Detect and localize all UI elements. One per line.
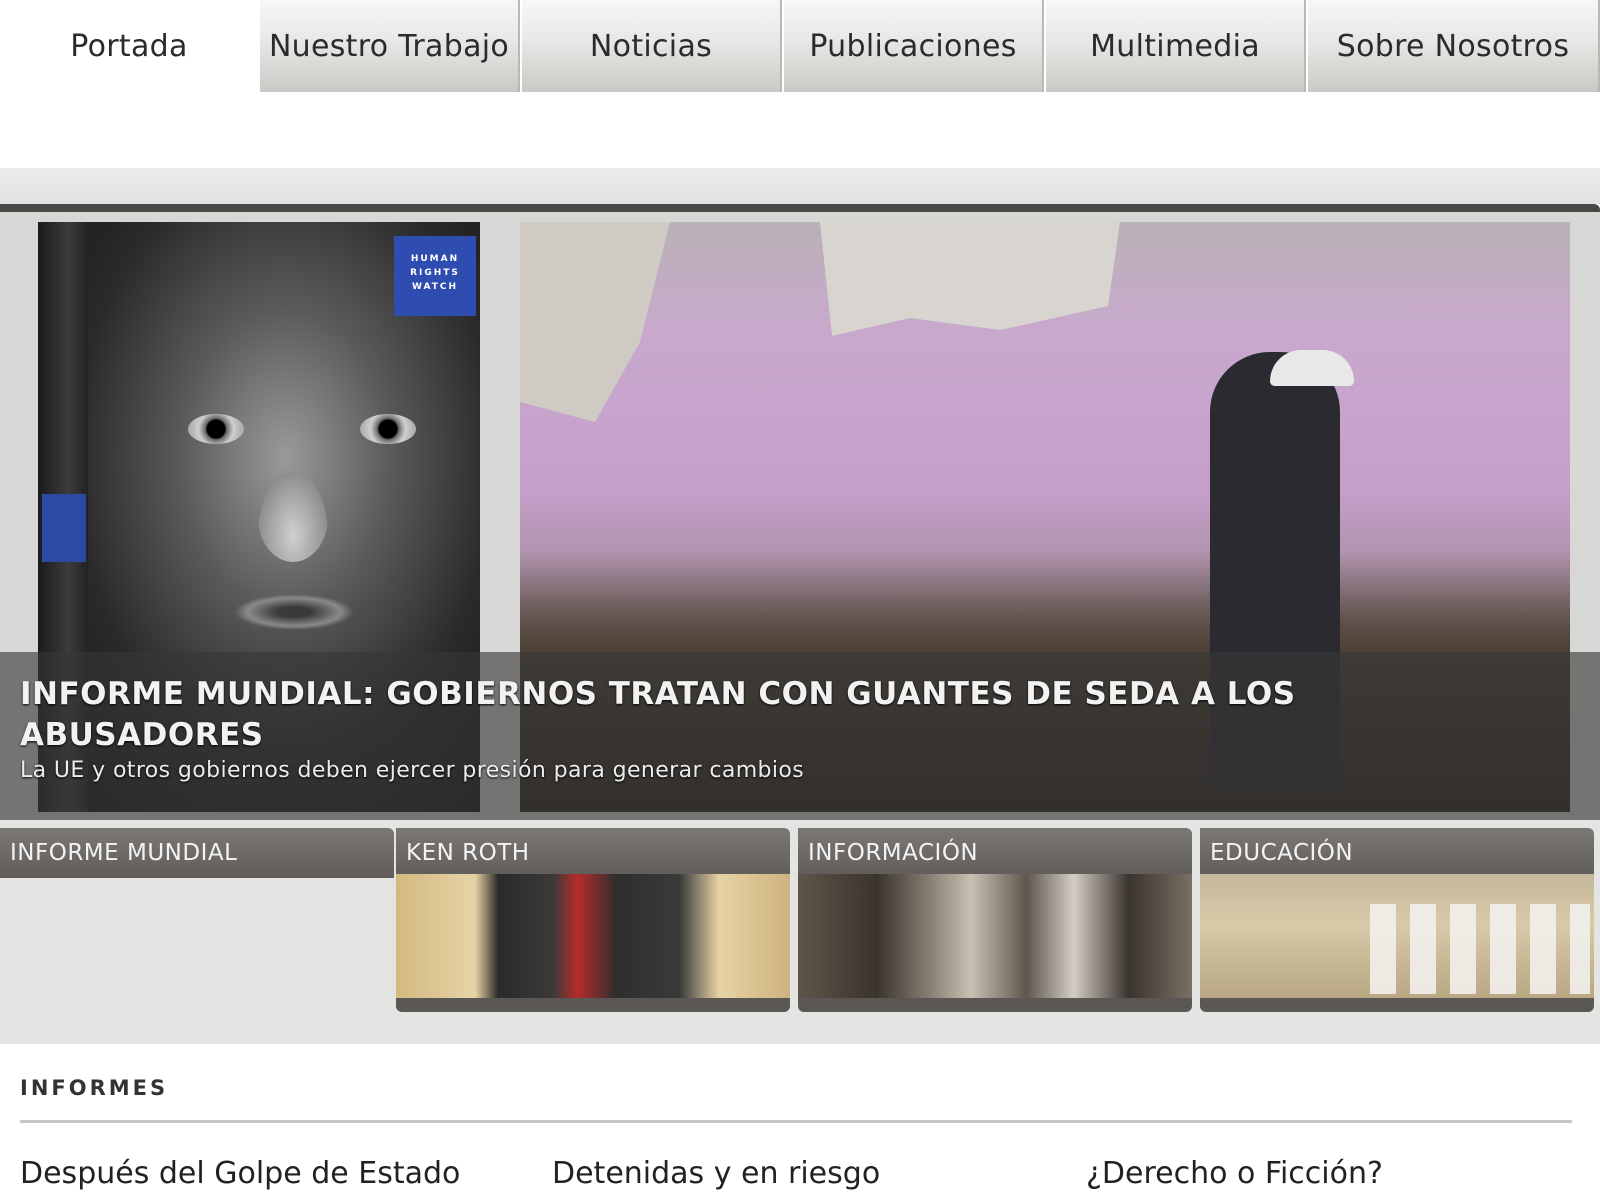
hero-feature[interactable]: HUMAN RIGHTS WATCH INFORME MUNDIAL: GOBI… <box>0 212 1600 820</box>
nav-tab-noticias[interactable]: Noticias <box>520 0 782 92</box>
feature-label[interactable]: INFORME MUNDIAL <box>0 828 394 878</box>
feature-educacion[interactable]: EDUCACIÓN <box>1200 828 1594 1014</box>
reports-heading: INFORMES <box>20 1076 169 1100</box>
feature-informe-mundial[interactable]: INFORME MUNDIAL <box>0 828 394 1014</box>
main-nav: Portada Nuestro Trabajo Noticias Publica… <box>0 0 1600 92</box>
feature-label[interactable]: INFORMACIÓN <box>798 828 1192 878</box>
reports-divider <box>20 1120 1572 1123</box>
photo-students <box>1370 904 1590 994</box>
feature-image[interactable] <box>1200 874 1594 1012</box>
report-link-detenidas[interactable]: Detenidas y en riesgo <box>552 1156 880 1191</box>
feature-label[interactable]: KEN ROTH <box>396 828 790 878</box>
feature-ken-roth[interactable]: KEN ROTH <box>396 828 790 1014</box>
hero-caption[interactable]: INFORME MUNDIAL: GOBIERNOS TRATAN CON GU… <box>0 652 1600 820</box>
feature-image[interactable] <box>396 874 790 1012</box>
nav-tab-nuestro-trabajo[interactable]: Nuestro Trabajo <box>258 0 520 92</box>
spine-logo <box>42 494 86 562</box>
photo-wall-damage-left <box>520 222 670 422</box>
feature-label[interactable]: EDUCACIÓN <box>1200 828 1594 878</box>
nav-tab-sobre-nosotros[interactable]: Sobre Nosotros <box>1306 0 1600 92</box>
header-divider <box>0 204 1600 212</box>
feature-image[interactable] <box>798 874 1192 1012</box>
cover-portrait-eye-right <box>360 414 416 444</box>
nav-tab-multimedia[interactable]: Multimedia <box>1044 0 1306 92</box>
report-link-golpe-de-estado[interactable]: Después del Golpe de Estado <box>20 1156 460 1191</box>
feature-tiles: INFORME MUNDIAL KEN ROTH INFORMACIÓN EDU… <box>0 820 1600 1044</box>
cover-portrait-eye-left <box>188 414 244 444</box>
photo-person-cap <box>1270 350 1354 386</box>
reports-section: INFORMES Después del Golpe de Estado Det… <box>0 1044 1600 1200</box>
hrw-logo: HUMAN RIGHTS WATCH <box>394 236 476 316</box>
hero-subheadline: La UE y otros gobiernos deben ejercer pr… <box>20 758 805 783</box>
report-link-derecho-o-ficcion[interactable]: ¿Derecho o Ficción? <box>1086 1156 1383 1191</box>
cover-portrait-nose <box>258 472 328 562</box>
hero-headline[interactable]: INFORME MUNDIAL: GOBIERNOS TRATAN CON GU… <box>20 674 1500 756</box>
header-band <box>0 168 1600 204</box>
nav-tab-portada[interactable]: Portada <box>0 0 258 92</box>
feature-informacion[interactable]: INFORMACIÓN <box>798 828 1192 1014</box>
nav-tab-publicaciones[interactable]: Publicaciones <box>782 0 1044 92</box>
photo-wall-damage-center <box>820 222 1120 336</box>
cover-portrait-mouth <box>234 594 354 630</box>
